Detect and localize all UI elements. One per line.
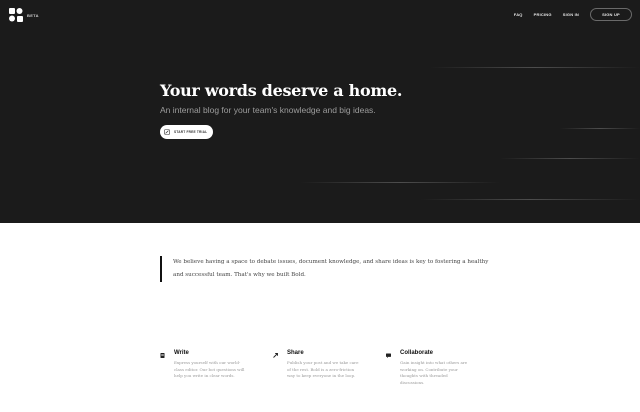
- feature-title: Write: [174, 350, 189, 356]
- hero-subtitle: An internal blog for your team's knowled…: [160, 105, 376, 115]
- beta-badge: BETA: [27, 13, 39, 18]
- feature-title: Collaborate: [400, 350, 434, 356]
- nav-link-sign-in[interactable]: SIGN IN: [563, 12, 579, 17]
- feature-write: Write Express yourself with our world-cl…: [160, 350, 273, 386]
- start-free-trial-button[interactable]: START FREE TRIAL: [160, 125, 213, 139]
- chat-icon: [386, 353, 391, 358]
- pencil-icon: [164, 129, 170, 135]
- feature-description: Publish your post and we take care of th…: [287, 360, 359, 378]
- feature-title: Share: [287, 350, 304, 356]
- decorative-line: [420, 199, 640, 200]
- sign-up-button[interactable]: SIGN UP: [590, 8, 632, 21]
- top-nav: FAQ PRICING SIGN IN SIGN UP: [514, 8, 632, 21]
- hero-section: BETA FAQ PRICING SIGN IN SIGN UP Your wo…: [0, 0, 640, 223]
- feature-share: Share Publish your post and we take care…: [273, 350, 386, 386]
- share-icon: [273, 353, 278, 358]
- cta-label: START FREE TRIAL: [174, 130, 208, 134]
- feature-description: Express yourself with our world-class ed…: [174, 360, 245, 378]
- nav-link-faq[interactable]: FAQ: [514, 12, 523, 17]
- feature-collaborate: Collaborate Gain insight into what other…: [386, 350, 499, 386]
- logo-icon[interactable]: [9, 8, 23, 22]
- nav-link-pricing[interactable]: PRICING: [534, 12, 552, 17]
- feature-description: Gain insight into what others are workin…: [400, 360, 468, 385]
- features-list: Write Express yourself with our world-cl…: [160, 350, 499, 386]
- decorative-line: [500, 158, 640, 159]
- hero-title: Your words deserve a home.: [160, 81, 403, 100]
- decorative-line: [430, 67, 640, 68]
- mission-statement: We believe having a space to debate issu…: [160, 256, 493, 282]
- decorative-line: [300, 182, 500, 183]
- document-icon: [160, 353, 165, 358]
- decorative-line: [560, 128, 640, 129]
- mission-text: We believe having a space to debate issu…: [173, 259, 489, 278]
